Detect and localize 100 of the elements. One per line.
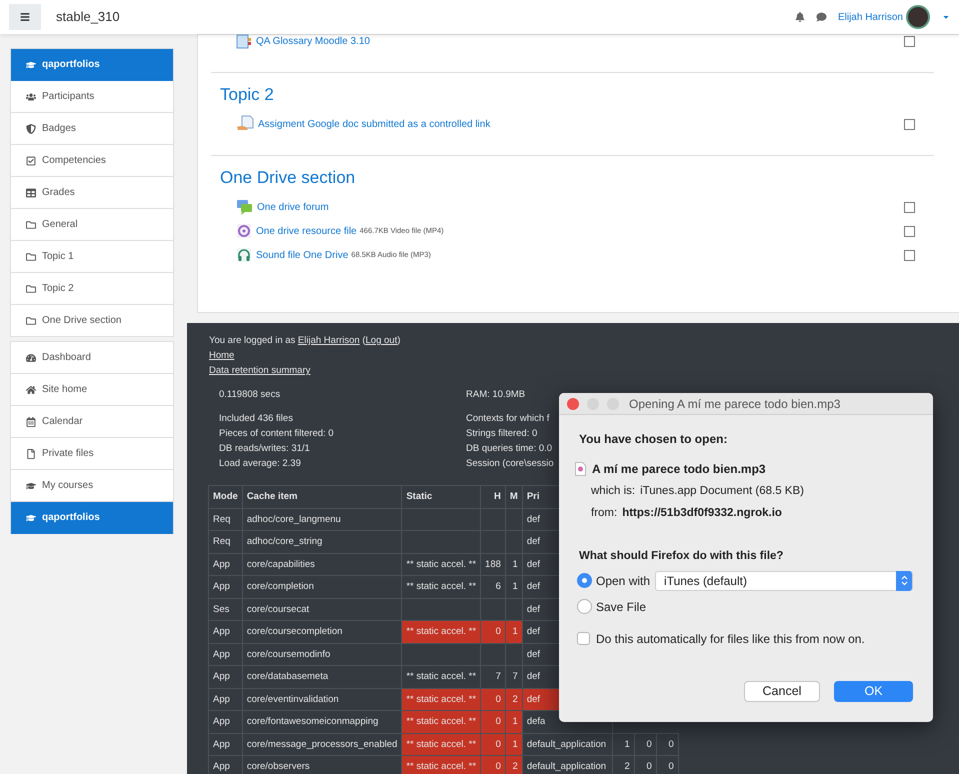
table-cell: core/coursecat (242, 598, 402, 620)
caret-icon[interactable] (942, 13, 950, 21)
home-icon (26, 384, 36, 394)
video-icon (236, 223, 252, 239)
completion-checkbox[interactable] (904, 36, 915, 46)
table-cell: default_application (522, 733, 612, 756)
table-cell: 1 (505, 553, 522, 576)
section-heading: Topic 2 (219, 84, 275, 106)
completion-checkbox[interactable] (904, 250, 915, 260)
table-cell (505, 508, 522, 530)
table-cell (505, 530, 522, 553)
shield-icon (26, 124, 36, 134)
completion-checkbox[interactable] (904, 226, 915, 236)
table-cell: App (208, 688, 242, 710)
detail-value: https://51b3df0f9332.ngrok.io (622, 506, 782, 522)
dialog-title: Opening A mí me parece todo bien.mp3 (629, 396, 840, 412)
table-cell: ** static accel. ** (402, 710, 481, 733)
column-header: H (480, 486, 506, 508)
table-cell: ** static accel. ** (402, 553, 481, 576)
table-cell: 6 (480, 576, 506, 598)
activity-link[interactable]: QA Glossary Moodle 3.10 (256, 34, 370, 48)
bell-icon[interactable] (794, 12, 805, 22)
table-cell: core/coursecompletion (242, 620, 402, 643)
chat-icon[interactable] (816, 12, 827, 22)
table-cell: core/databasemeta (242, 666, 402, 688)
table-cell: Ses (208, 598, 242, 620)
table-cell: 0 (480, 710, 506, 733)
perf-stat: Contexts for which f (466, 412, 550, 426)
site-name[interactable]: stable_310 (56, 7, 120, 27)
file-icon (26, 448, 36, 458)
table-cell: Req (208, 508, 242, 530)
column-header: Static (402, 486, 481, 508)
dialog-button[interactable]: OK (834, 680, 913, 702)
table-cell: ** static accel. ** (402, 756, 481, 774)
radio-button[interactable] (577, 599, 592, 614)
user-name[interactable]: Elijah Harrison (838, 10, 903, 24)
completion-checkbox[interactable] (904, 118, 915, 130)
close-button[interactable] (567, 398, 579, 410)
glossary-icon (236, 33, 252, 49)
table-cell: core/message_processors_enabled (242, 733, 402, 756)
table-cell (505, 643, 522, 666)
sidebar-item[interactable]: qaportfolios (11, 502, 173, 534)
table-cell: Req (208, 530, 242, 553)
table-cell: 7 (480, 666, 506, 688)
table-cell: core/eventinvalidation (242, 688, 402, 710)
radio-button[interactable] (577, 573, 592, 588)
table-cell: 0 (480, 688, 506, 710)
activity-link[interactable]: One drive resource file (256, 224, 357, 238)
table-cell: 1 (505, 733, 522, 756)
user-link[interactable]: Log out (366, 335, 398, 346)
dialog-button[interactable]: Cancel (744, 680, 820, 702)
table-cell: 0 (480, 733, 506, 756)
folder-icon (26, 252, 36, 262)
completion-checkbox[interactable] (904, 202, 915, 212)
login-info: You are logged in as Elijah Harrison (Log out) (209, 334, 402, 348)
menu-icon (20, 12, 30, 22)
table-cell: App (208, 710, 242, 733)
dialog-heading: You have chosen to open: (579, 431, 728, 448)
calendar-icon (26, 416, 36, 426)
activity-link[interactable]: Assigment Google doc submitted as a controlled link (258, 116, 490, 132)
activity-link[interactable]: One drive forum (257, 200, 329, 214)
table-cell: core/capabilities (242, 553, 402, 576)
perf-stat: Included 436 files (219, 412, 294, 426)
table-cell: adhoc/core_string (242, 530, 402, 553)
perf-stat: Strings filtered: 0 (466, 427, 538, 441)
table-cell: 1 (505, 576, 522, 598)
gauge-icon (26, 352, 36, 362)
stepper-icon (896, 570, 912, 591)
table-cell: core/coursemodinfo (242, 643, 402, 666)
table-cell: App (208, 620, 242, 643)
activity-link[interactable]: Sound file One Drive (256, 248, 348, 262)
assignment-icon (236, 115, 254, 133)
folder-icon (26, 220, 36, 230)
table-cell: 0 (656, 733, 678, 756)
table-cell: App (208, 643, 242, 666)
sidebar-item[interactable]: qaportfolios (11, 49, 173, 81)
table-cell: core/fontawesomeiconmapping (242, 710, 402, 733)
menu-button[interactable] (9, 4, 41, 30)
perf-stat: RAM: 10.9MB (466, 388, 526, 402)
table-cell: App (208, 576, 242, 598)
avatar[interactable] (906, 5, 930, 29)
users-icon (26, 92, 36, 102)
table-cell (480, 508, 506, 530)
footer-link[interactable]: Home (209, 350, 234, 361)
table-cell: 0 (634, 733, 656, 756)
perf-stat: Load average: 2.39 (219, 457, 302, 471)
column-header: Cache item (242, 486, 402, 508)
user-link[interactable]: Elijah Harrison (298, 335, 360, 346)
table-cell: 0 (480, 756, 506, 774)
folder-icon (26, 316, 36, 326)
auto-checkbox[interactable] (577, 632, 590, 646)
footer-link[interactable]: Data retention summary (209, 365, 310, 376)
grid-icon (26, 188, 36, 198)
course-icon (26, 512, 36, 522)
table-cell (480, 643, 506, 666)
audio-file-icon (575, 462, 586, 476)
table-cell: 7 (505, 666, 522, 688)
column-header: M (505, 486, 522, 508)
headphones-icon (236, 247, 252, 263)
app-select[interactable]: iTunes (default) (655, 570, 913, 591)
